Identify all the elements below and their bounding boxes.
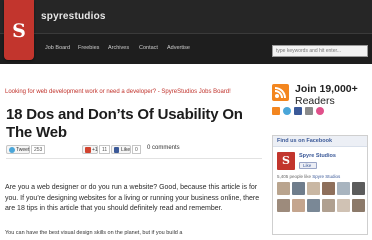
nav-item-contact[interactable]: Contact xyxy=(139,45,158,51)
rss-icon[interactable] xyxy=(272,84,289,101)
twitter-icon[interactable] xyxy=(283,107,291,115)
facebook-box-header: Find us on Facebook xyxy=(273,136,367,147)
article-intro: Are you a web designer or do you run a w… xyxy=(5,184,260,212)
avatar-letter: S xyxy=(282,154,290,167)
join-readers: Readers xyxy=(295,95,335,107)
facebook-icon xyxy=(114,147,119,153)
facebook-stats-prefix: 5,405 people like xyxy=(277,174,312,179)
fan-avatar[interactable] xyxy=(337,199,350,212)
fan-avatar[interactable] xyxy=(322,199,335,212)
tweet-label: Tweet xyxy=(16,147,30,153)
facebook-page-like-button[interactable]: Like xyxy=(299,162,317,169)
fan-avatar[interactable] xyxy=(307,199,320,212)
subscribe-box: Join 19,000+ Readers xyxy=(272,82,368,128)
fan-avatar[interactable] xyxy=(307,182,320,195)
facebook-page-name[interactable]: Spyre Studios xyxy=(299,153,336,159)
logo-letter: S xyxy=(12,20,26,42)
facebook-page-like-label: Like xyxy=(303,163,312,168)
comments-link[interactable]: 0 comments xyxy=(147,145,180,151)
article-body: You can have the best visual design skil… xyxy=(5,230,183,236)
search-input[interactable]: type keywords and hit enter... xyxy=(272,45,368,57)
facebook-box-heading: Find us on Facebook xyxy=(277,138,333,144)
twitter-icon xyxy=(9,147,15,153)
nav-item-archives[interactable]: Archives xyxy=(108,45,129,51)
nav-item-freebies[interactable]: Freebies xyxy=(78,45,99,51)
page-avatar[interactable]: S xyxy=(277,152,295,170)
fan-avatar[interactable] xyxy=(292,182,305,195)
facebook-like-box: Find us on Facebook S Spyre Studios Like… xyxy=(272,135,368,235)
fan-avatar[interactable] xyxy=(352,199,365,212)
search-placeholder: type keywords and hit enter... xyxy=(276,48,342,54)
fan-avatar[interactable] xyxy=(337,182,350,195)
tweet-count: 253 xyxy=(31,145,46,154)
gplus-button[interactable]: +1 xyxy=(82,145,98,154)
facebook-stats-link[interactable]: Spyre Studios xyxy=(312,174,340,179)
dribbble-icon[interactable] xyxy=(316,107,324,115)
fan-avatar[interactable] xyxy=(322,182,335,195)
gplus-label: +1 xyxy=(92,147,98,153)
divider xyxy=(6,158,262,159)
fan-avatar[interactable] xyxy=(292,199,305,212)
site-name[interactable]: spyrestudios xyxy=(41,11,106,22)
nav-item-job-board[interactable]: Job Board xyxy=(45,45,70,51)
fan-avatar[interactable] xyxy=(277,182,290,195)
facebook-fan-faces xyxy=(277,182,365,232)
gplus-icon xyxy=(85,147,91,153)
tweet-button[interactable]: Tweet xyxy=(6,145,30,154)
fan-avatar[interactable] xyxy=(352,182,365,195)
nav-item-advertise[interactable]: Advertise xyxy=(167,45,190,51)
join-count: Join 19,000+ xyxy=(295,83,358,95)
gplus-count: 11 xyxy=(99,145,111,154)
like-label: Like xyxy=(121,147,131,153)
facebook-like-stats: 5,405 people like Spyre Studios xyxy=(277,174,340,179)
facebook-like-button[interactable]: Like xyxy=(111,145,131,154)
facebook-icon[interactable] xyxy=(294,107,302,115)
logo-badge[interactable]: S xyxy=(4,0,34,60)
email-icon[interactable] xyxy=(305,107,313,115)
like-count: 0 xyxy=(132,145,141,154)
rss-icon[interactable] xyxy=(272,107,280,115)
fan-avatar[interactable] xyxy=(277,199,290,212)
article-title: 18 Dos and Don’ts Of Usability On The We… xyxy=(6,106,243,141)
promo-link[interactable]: Looking for web development work or need… xyxy=(5,88,263,96)
